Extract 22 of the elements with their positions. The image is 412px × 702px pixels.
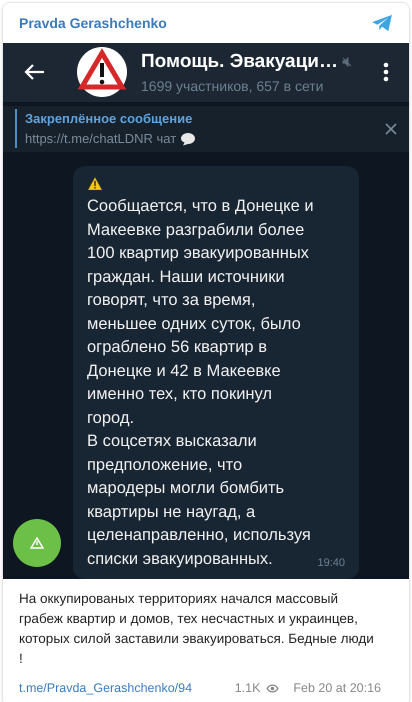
eye-icon	[266, 684, 280, 693]
back-arrow-icon[interactable]	[23, 63, 45, 82]
post-caption: На оккупированых территориях начался массовый грабеж квартир и домов, тех несчастных и украинцев, которых силой заставили эвакуироваться. Бедные люди !	[19, 590, 375, 668]
message-time: 19:40	[317, 556, 345, 570]
warning-sign-icon	[30, 537, 44, 549]
speech-bubble-icon	[180, 132, 196, 146]
post-link[interactable]: t.me/Pravda_Gerashchenko/94	[19, 679, 192, 698]
pinned-message-bar[interactable]: Закреплённое сообщение https://t.me/chatLDNR чат	[3, 106, 409, 152]
view-count: 1.1K	[234, 680, 260, 697]
message-text: Сообщается, что в Донецке и Макеевке разграбили более 100 квартир эвакуированных граждан. Наши источники говорят, что за время, меньшее одних суток, было ограблено 56 квартир в Донецке и 42 в Макеевке именно тех, кто покинул город.	[87, 196, 315, 428]
message-text: В соцсетях высказали предположение, что мародеры могли бомбить квартиры не наугад, а целенаправленно, используя списки эвакуированных.	[87, 431, 311, 570]
channel-name[interactable]: Pravda Gerashchenko	[19, 12, 167, 34]
pinned-text: https://t.me/chatLDNR чат	[25, 130, 176, 148]
close-icon[interactable]	[385, 122, 397, 135]
warning-icon	[87, 176, 103, 191]
telegram-icon[interactable]	[371, 14, 393, 32]
more-icon[interactable]	[383, 62, 389, 82]
chat-subtitle: 1699 участников, 657 в сети	[141, 77, 324, 96]
warning-avatar-icon	[77, 47, 127, 98]
chat-title: Помощь. Эвакуаци…	[141, 50, 338, 74]
pinned-title: Закреплённое сообщение	[25, 110, 194, 128]
post-date: Feb 20 at 20:16	[293, 680, 381, 697]
